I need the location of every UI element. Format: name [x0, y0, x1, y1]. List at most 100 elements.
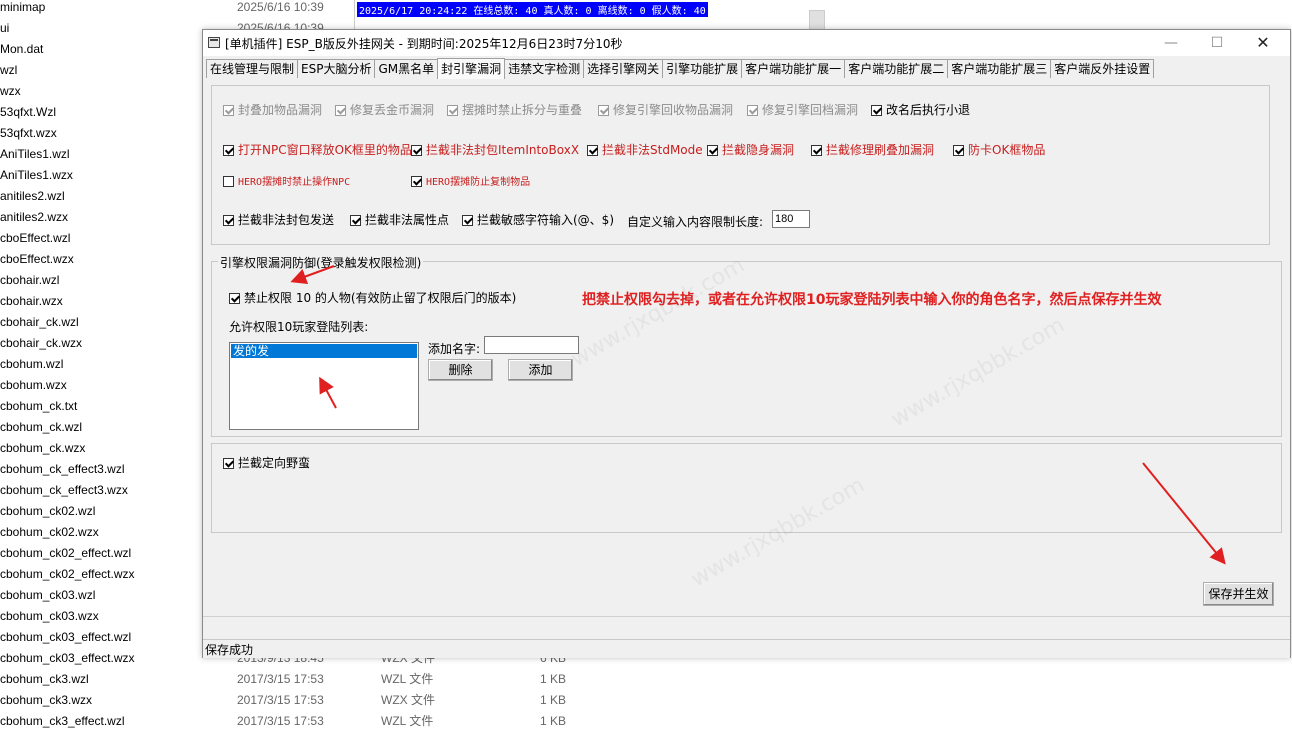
options-row3-checkbox-1[interactable]: HERO摆摊防止复制物品	[411, 176, 530, 190]
checkbox-box[interactable]	[871, 105, 882, 116]
file-type: WZL 文件	[381, 672, 434, 686]
add-name-label: 添加名字:	[428, 342, 481, 356]
file-name: cbohum_ck3_effect.wzl	[0, 714, 125, 728]
permission-group-title: 引擎权限漏洞防御(登录触发权限检测)	[218, 254, 424, 271]
checkbox-label: HERO摆摊防止复制物品	[426, 177, 531, 188]
tab-7[interactable]: 客户端功能扩展一	[741, 59, 846, 78]
file-name: cbohum_ck02.wzx	[0, 525, 99, 539]
plugin-window: [单机插件] ESP_B版反外挂网关 - 到期时间:2025年12月6日23时7…	[202, 29, 1291, 658]
checkbox-label: HERO摆摊时禁止操作NPC	[238, 177, 351, 188]
ban-permission-checkbox-box[interactable]	[229, 293, 240, 304]
tab-5[interactable]: 选择引擎网关	[583, 59, 664, 78]
file-date: 2025/6/16 10:39	[237, 0, 324, 14]
file-name: cbohum_ck03_effect.wzx	[0, 651, 135, 665]
file-row[interactable]: cbohum_ck3.wzx 2017/3/15 17:53 WZX 文件 1 KB	[0, 690, 600, 710]
file-name: cbohum_ck03.wzx	[0, 609, 99, 623]
options-row1-checkbox-0[interactable]: 封叠加物品漏洞	[223, 103, 322, 117]
checkbox-box[interactable]	[953, 145, 964, 156]
options-row1-checkbox-4[interactable]: 修复引擎回档漏洞	[747, 103, 858, 117]
options-row2-checkbox-4[interactable]: 拦截修理刷叠加漏洞	[811, 143, 934, 157]
ban-permission-10-checkbox[interactable]: 禁止权限 10 的人物(有效防止留了权限后门的版本)	[229, 291, 516, 305]
allow-list-box[interactable]: 发的发	[229, 342, 419, 430]
checkbox-box[interactable]	[223, 215, 234, 226]
checkbox-box[interactable]	[411, 176, 422, 187]
window-icon	[208, 37, 220, 48]
checkbox-label: 防卡OK框物品	[968, 143, 1046, 157]
checkbox-label: 拦截非法封包发送	[238, 213, 335, 227]
tab-1[interactable]: ESP大脑分析	[297, 59, 376, 78]
file-type: WZX 文件	[381, 693, 435, 707]
file-name: anitiles2.wzl	[0, 189, 65, 203]
permission-defense-group: 引擎权限漏洞防御(登录触发权限检测) 禁止权限 10 的人物(有效防止留了权限后…	[211, 254, 1282, 437]
tab-4[interactable]: 违禁文字检测	[504, 59, 585, 78]
checkbox-box[interactable]	[747, 105, 758, 116]
checkbox-box[interactable]	[223, 145, 234, 156]
file-row[interactable]: cbohum_ck3.wzl 2017/3/15 17:53 WZL 文件 1 KB	[0, 669, 600, 689]
options-row1-checkbox-1[interactable]: 修复丢金币漏洞	[335, 103, 434, 117]
tab-0[interactable]: 在线管理与限制	[206, 59, 299, 78]
log-scrollbar[interactable]	[809, 10, 825, 30]
allow-list-item[interactable]: 发的发	[231, 344, 417, 358]
checkbox-box[interactable]	[223, 176, 234, 187]
options-row2-checkbox-5[interactable]: 防卡OK框物品	[953, 143, 1045, 157]
tab-8[interactable]: 客户端功能扩展二	[844, 59, 949, 78]
checkbox-box[interactable]	[350, 215, 361, 226]
file-name: cbohair_ck.wzx	[0, 336, 83, 350]
close-button[interactable]: ✕	[1240, 30, 1286, 56]
options-row1-checkbox-2[interactable]: 摆摊时禁止拆分与重叠	[447, 103, 582, 117]
tab-2[interactable]: GM黑名单	[374, 59, 439, 78]
tab-3[interactable]: 封引擎漏洞	[437, 58, 506, 79]
checkbox-label: 修复引擎回收物品漏洞	[613, 103, 734, 117]
add-name-input[interactable]	[484, 336, 579, 354]
checkbox-box[interactable]	[811, 145, 822, 156]
options-row2-checkbox-3[interactable]: 拦截隐身漏洞	[707, 143, 794, 157]
intercept-barbarian-checkbox-box[interactable]	[223, 458, 234, 469]
options-row2-checkbox-1[interactable]: 拦截非法封包ItemIntoBoxX	[411, 143, 579, 157]
checkbox-label: 拦截非法StdMode	[602, 143, 703, 157]
custom-input-length-label: 自定义输入内容限制长度:	[627, 215, 764, 229]
checkbox-box[interactable]	[411, 145, 422, 156]
checkbox-box[interactable]	[598, 105, 609, 116]
custom-input-length-field[interactable]: 180	[772, 210, 810, 228]
options-row4-checkbox-2[interactable]: 拦截敏感字符输入(@、$)	[462, 213, 614, 227]
checkbox-box[interactable]	[447, 105, 458, 116]
checkbox-box[interactable]	[335, 105, 346, 116]
checkbox-box[interactable]	[223, 105, 234, 116]
checkbox-box[interactable]	[587, 145, 598, 156]
save-apply-button[interactable]: 保存并生效	[1203, 582, 1274, 606]
file-date: 2017/3/15 17:53	[237, 672, 324, 686]
options-row2-checkbox-0[interactable]: 打开NPC窗口释放OK框里的物品	[223, 143, 412, 157]
file-name: cbohum_ck.wzl	[0, 420, 83, 434]
options-row1-checkbox-3[interactable]: 修复引擎回收物品漏洞	[598, 103, 733, 117]
separator	[203, 616, 1290, 617]
options-row4-checkbox-1[interactable]: 拦截非法属性点	[350, 213, 449, 227]
options-row3-checkbox-0[interactable]: HERO摆摊时禁止操作NPC	[223, 176, 350, 190]
intercept-barbarian-checkbox[interactable]: 拦截定向野蛮	[223, 456, 310, 470]
tab-9[interactable]: 客户端功能扩展三	[947, 59, 1052, 78]
add-button[interactable]: 添加	[508, 359, 573, 381]
tab-strip: 在线管理与限制 ESP大脑分析 GM黑名单 封引擎漏洞 违禁文字检测 选择引擎网关 引擎功能…	[206, 57, 1155, 79]
file-size: 1 KB	[540, 672, 567, 686]
options-row1-checkbox-5[interactable]: 改名后执行小退	[871, 103, 970, 117]
file-name: cbohum_ck03_effect.wzl	[0, 630, 132, 644]
checkbox-box[interactable]	[462, 215, 473, 226]
options-row4-checkbox-0[interactable]: 拦截非法封包发送	[223, 213, 334, 227]
tab-6[interactable]: 引擎功能扩展	[662, 59, 743, 78]
delete-button[interactable]: 删除	[428, 359, 493, 381]
title-bar[interactable]: [单机插件] ESP_B版反外挂网关 - 到期时间:2025年12月6日23时7…	[203, 30, 1290, 56]
engine-options-panel: 封叠加物品漏洞 修复丢金币漏洞 摆摊时禁止拆分与重叠 修复引擎回收物品漏洞 修复引擎回档…	[211, 85, 1270, 245]
file-name: cboEffect.wzl	[0, 231, 71, 245]
maximize-button[interactable]: ☐	[1194, 30, 1240, 56]
file-name: wzl	[0, 63, 18, 77]
tab-10[interactable]: 客户端反外挂设置	[1050, 59, 1155, 78]
file-date: 2017/3/15 17:53	[237, 693, 324, 707]
minimize-button[interactable]: —	[1148, 30, 1194, 56]
intercept-barbarian-label: 拦截定向野蛮	[238, 456, 311, 470]
file-name: cbohum_ck.wzx	[0, 441, 86, 455]
checkbox-label: 改名后执行小退	[886, 103, 971, 117]
file-name: cbohair_ck.wzl	[0, 315, 79, 329]
checkbox-box[interactable]	[707, 145, 718, 156]
options-row2-checkbox-2[interactable]: 拦截非法StdMode	[587, 143, 703, 157]
file-row[interactable]: cbohum_ck3_effect.wzl 2017/3/15 17:53 WZL …	[0, 711, 600, 731]
file-name: minimap	[0, 0, 46, 14]
